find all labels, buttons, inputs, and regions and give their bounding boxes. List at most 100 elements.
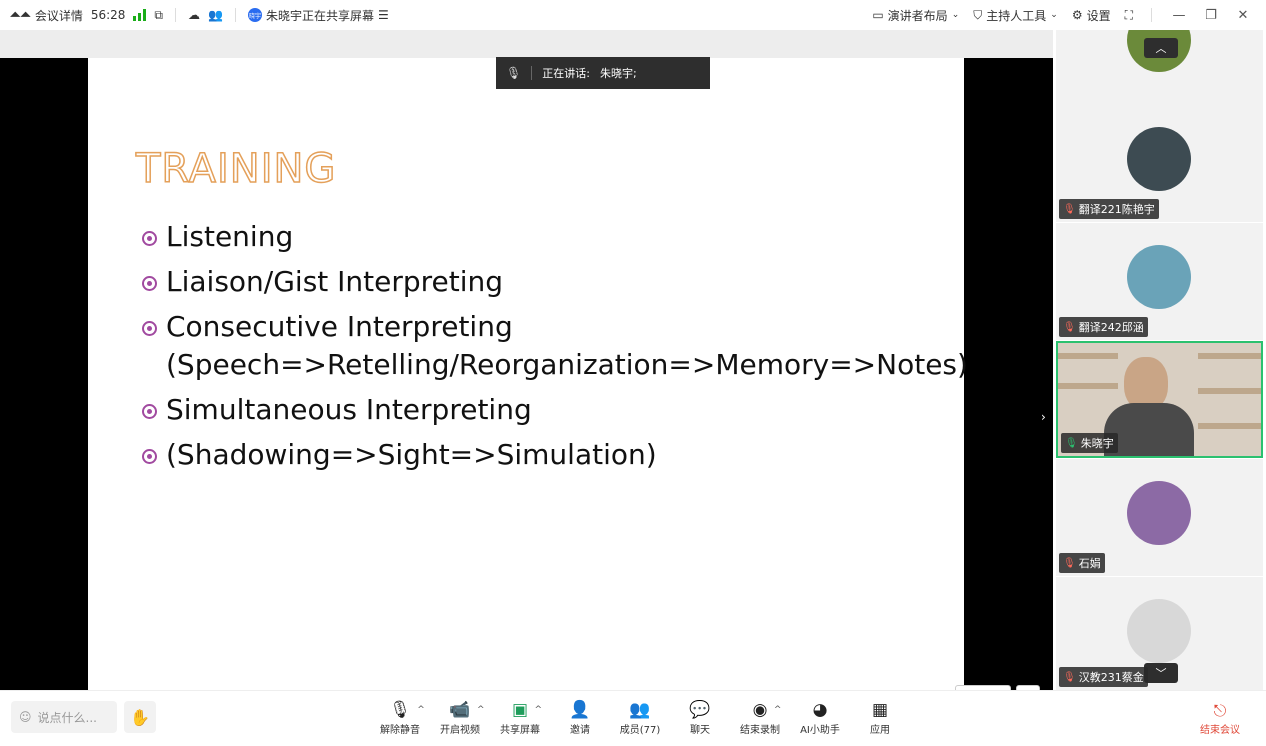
tool-label: 共享屏幕 bbox=[500, 725, 540, 736]
sharing-menu-icon: ☰ bbox=[377, 8, 389, 22]
bullet-text: Listening bbox=[166, 220, 294, 253]
speaking-indicator: 🎙 正在讲话: 朱晓宇; bbox=[496, 57, 710, 89]
participant-name: 朱晓宇 bbox=[1080, 437, 1114, 450]
chat-button[interactable]: 💬 聊天 bbox=[670, 699, 730, 736]
presentation-slide: TRAINING Listening Liaison/Gist Interpre… bbox=[88, 58, 968, 690]
participant-tile-active-speaker[interactable]: 🎙 朱晓宇 bbox=[1056, 341, 1263, 458]
ai-assistant-button[interactable]: ◕ AI小助手 bbox=[790, 699, 850, 736]
divider bbox=[234, 8, 236, 22]
tool-label: AI小助手 bbox=[800, 725, 840, 736]
mic-muted-icon: 🎙 ^ bbox=[389, 700, 425, 720]
host-tools-label: 主持人工具 bbox=[986, 8, 1047, 23]
chevron-down-icon: ⌄ bbox=[951, 10, 960, 20]
chevron-up-icon[interactable]: ^ bbox=[417, 699, 425, 721]
speaker-name: 朱晓宇; bbox=[599, 67, 637, 80]
avatar bbox=[1127, 599, 1191, 663]
meeting-toolbar: ☺ 说点什么... ✋ 🎙 ^ 解除静音 📹 ^ 开启视频 ▣ ^ 共享屏幕 👤 邀请 👥 成员… bbox=[0, 690, 1266, 746]
exit-icon: ⎋ bbox=[1213, 701, 1227, 720]
meeting-info-button[interactable]: ⏶⏶ 会议详情 bbox=[10, 7, 83, 24]
unmute-button[interactable]: 🎙 ^ 解除静音 bbox=[370, 699, 430, 736]
share-screen-button[interactable]: ▣ ^ 共享屏幕 bbox=[490, 699, 550, 736]
bullet-icon bbox=[142, 231, 157, 246]
chevron-up-icon[interactable]: ^ bbox=[477, 699, 485, 721]
mic-muted-icon: 🎙 bbox=[1063, 557, 1076, 569]
tool-label: 邀请 bbox=[570, 725, 590, 736]
bookshelf bbox=[1058, 353, 1118, 359]
slide-bullet: Consecutive Interpreting (Speech=>Retell… bbox=[142, 308, 968, 384]
tool-label: 开启视频 bbox=[440, 725, 480, 736]
shared-screen-area: TRAINING Listening Liaison/Gist Interpre… bbox=[0, 30, 1053, 709]
bullet-text: Consecutive Interpreting (Speech=>Retell… bbox=[166, 310, 968, 381]
participant-name: 石娟 bbox=[1078, 557, 1101, 570]
stop-recording-button[interactable]: ◉ ^ 结束录制 bbox=[730, 699, 790, 736]
participant-name-tag: 🎙 汉教231蔡金 bbox=[1059, 667, 1148, 687]
host-tools-button[interactable]: ⛉ 主持人工具 ⌄ bbox=[973, 7, 1058, 24]
slide-bullet-list: Listening Liaison/Gist Interpreting Cons… bbox=[142, 218, 968, 481]
mic-muted-icon: 🎙 bbox=[1063, 671, 1076, 683]
participant-video-panel: ︿ 🎙彭博 🎙翻译221陈艳宇 🎙翻译242邱涵 🎙朱晓宇 🎙石娟 ﹀ 🎙汉教2… bbox=[1053, 30, 1266, 690]
participant-tile[interactable]: 🎙 石娟 bbox=[1056, 459, 1263, 576]
invite-button[interactable]: 👤 邀请 bbox=[550, 699, 610, 736]
sharing-status[interactable]: 晓宇 朱晓宇正在共享屏幕 ☰ bbox=[247, 7, 389, 24]
letterbox-right bbox=[964, 58, 1053, 690]
quick-message-placeholder: 说点什么... bbox=[37, 710, 97, 725]
lock-user-icon[interactable]: 👥 bbox=[208, 8, 223, 22]
bullet-icon bbox=[142, 276, 157, 291]
restore-icon[interactable]: ❐ bbox=[1202, 8, 1220, 23]
members-icon: 👥 bbox=[629, 700, 651, 720]
chevron-up-icon[interactable]: ^ bbox=[774, 699, 782, 721]
quick-message-input[interactable]: ☺ 说点什么... bbox=[11, 701, 117, 733]
letterbox-left bbox=[0, 58, 88, 690]
layout-button[interactable]: ▭ 演讲者布局 ⌄ bbox=[872, 7, 959, 24]
tool-label: 成员(77) bbox=[619, 725, 661, 736]
participant-name: 翻译221陈艳宇 bbox=[1078, 203, 1155, 216]
members-button[interactable]: 👥 成员(77) bbox=[610, 699, 670, 736]
bullet-text: (Shadowing=>Sight=>Simulation) bbox=[166, 438, 657, 471]
close-icon[interactable]: ✕ bbox=[1234, 8, 1252, 23]
invite-icon: 👤 bbox=[569, 700, 591, 720]
bullet-text: Liaison/Gist Interpreting bbox=[166, 265, 504, 298]
bookshelf bbox=[1198, 388, 1261, 394]
scroll-up-button[interactable]: ︿ bbox=[1144, 38, 1178, 58]
bookshelf bbox=[1198, 353, 1261, 359]
raise-hand-button[interactable]: ✋ bbox=[124, 701, 156, 733]
settings-button[interactable]: ⚙ 设置 bbox=[1072, 7, 1111, 24]
meeting-logo-icon: ⏶⏶ bbox=[10, 7, 31, 23]
fullscreen-icon[interactable]: ⛶ bbox=[1125, 8, 1133, 23]
participant-name: 汉教231蔡金 bbox=[1078, 671, 1144, 684]
layout-label: 演讲者布局 bbox=[887, 8, 948, 23]
scroll-down-button[interactable]: ﹀ bbox=[1144, 663, 1178, 683]
slide-bullet: Simultaneous Interpreting bbox=[142, 391, 942, 429]
bullet-icon bbox=[142, 321, 157, 336]
hand-icon: ✋ bbox=[130, 707, 150, 727]
end-meeting-button[interactable]: ⎋ 结束会议 bbox=[1200, 701, 1240, 736]
participant-tile[interactable]: 🎙 翻译221陈艳宇 bbox=[1056, 105, 1263, 222]
avatar bbox=[1127, 127, 1191, 191]
emoji-icon: ☺ bbox=[19, 710, 32, 724]
participant-name-tag: 🎙 朱晓宇 bbox=[1061, 433, 1118, 453]
apps-button[interactable]: ▦ 应用 bbox=[850, 699, 910, 736]
participant-tile[interactable]: 🎙 翻译242邱涵 bbox=[1056, 223, 1263, 340]
cloud-icon[interactable]: ☁ bbox=[188, 8, 200, 22]
stop-record-icon: ◉ ^ bbox=[752, 700, 782, 720]
share-screen-icon: ▣ ^ bbox=[511, 700, 543, 720]
slide-bullet: (Shadowing=>Sight=>Simulation) bbox=[142, 436, 942, 474]
mic-muted-icon: 🎙 bbox=[1063, 203, 1076, 215]
shield-icon: ⛉ bbox=[973, 7, 983, 22]
gear-icon: ⚙ bbox=[1071, 8, 1083, 22]
minimize-icon[interactable]: — bbox=[1170, 8, 1188, 23]
bullet-icon bbox=[142, 449, 157, 464]
chevron-up-icon[interactable]: ^ bbox=[534, 699, 542, 721]
bookshelf bbox=[1058, 383, 1118, 389]
collapse-panel-icon[interactable]: › bbox=[1041, 410, 1046, 424]
sharer-avatar: 晓宇 bbox=[247, 8, 262, 22]
participant-tile[interactable]: ﹀ 🎙 汉教231蔡金 bbox=[1056, 577, 1263, 690]
tool-label: 结束录制 bbox=[740, 725, 780, 736]
participant-name: 翻译242邱涵 bbox=[1078, 321, 1144, 334]
avatar bbox=[1127, 481, 1191, 545]
slide-bullet: Listening bbox=[142, 218, 942, 256]
start-video-button[interactable]: 📹 ^ 开启视频 bbox=[430, 699, 490, 736]
popout-icon[interactable]: ⧉ bbox=[154, 8, 163, 23]
video-off-icon: 📹 ^ bbox=[449, 700, 485, 720]
toolbar-actions: 🎙 ^ 解除静音 📹 ^ 开启视频 ▣ ^ 共享屏幕 👤 邀请 👥 成员(77) 💬 聊天 ◉ ^ 结… bbox=[370, 699, 910, 736]
